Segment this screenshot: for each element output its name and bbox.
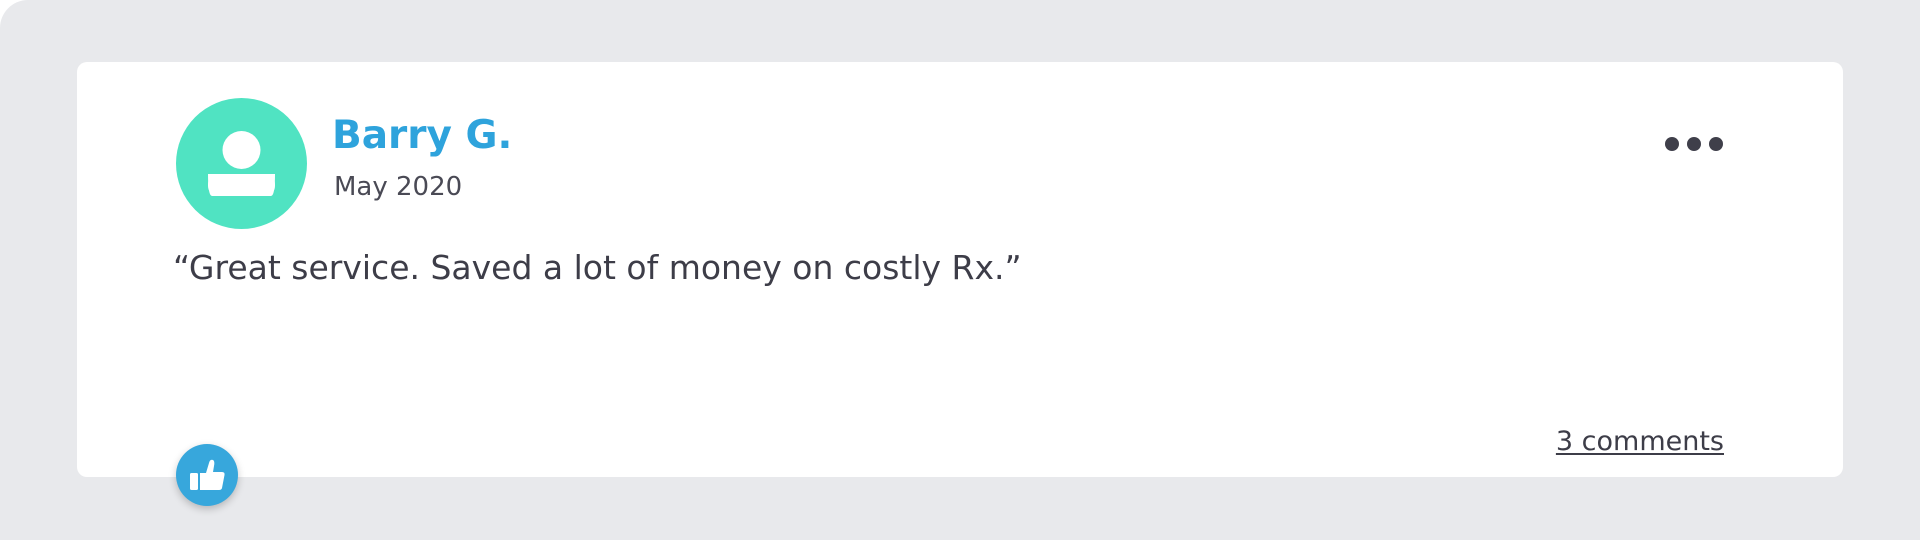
review-date: May 2020	[334, 172, 463, 202]
avatar	[176, 98, 307, 229]
like-button[interactable]	[176, 444, 238, 506]
review-card: Barry G. May 2020 “Great service. Saved …	[77, 62, 1843, 477]
author-name: Barry G.	[332, 113, 513, 158]
thumbs-up-icon	[190, 459, 225, 490]
more-options-icon	[1665, 137, 1679, 151]
page-background: Barry G. May 2020 “Great service. Saved …	[0, 0, 1920, 540]
review-text: “Great service. Saved a lot of money on …	[173, 248, 1022, 287]
more-options-icon	[1709, 137, 1723, 151]
comments-link[interactable]: 3 comments	[1540, 428, 1724, 455]
more-options-button[interactable]	[1665, 130, 1723, 158]
more-options-icon	[1687, 137, 1701, 151]
user-avatar-icon	[208, 131, 275, 196]
